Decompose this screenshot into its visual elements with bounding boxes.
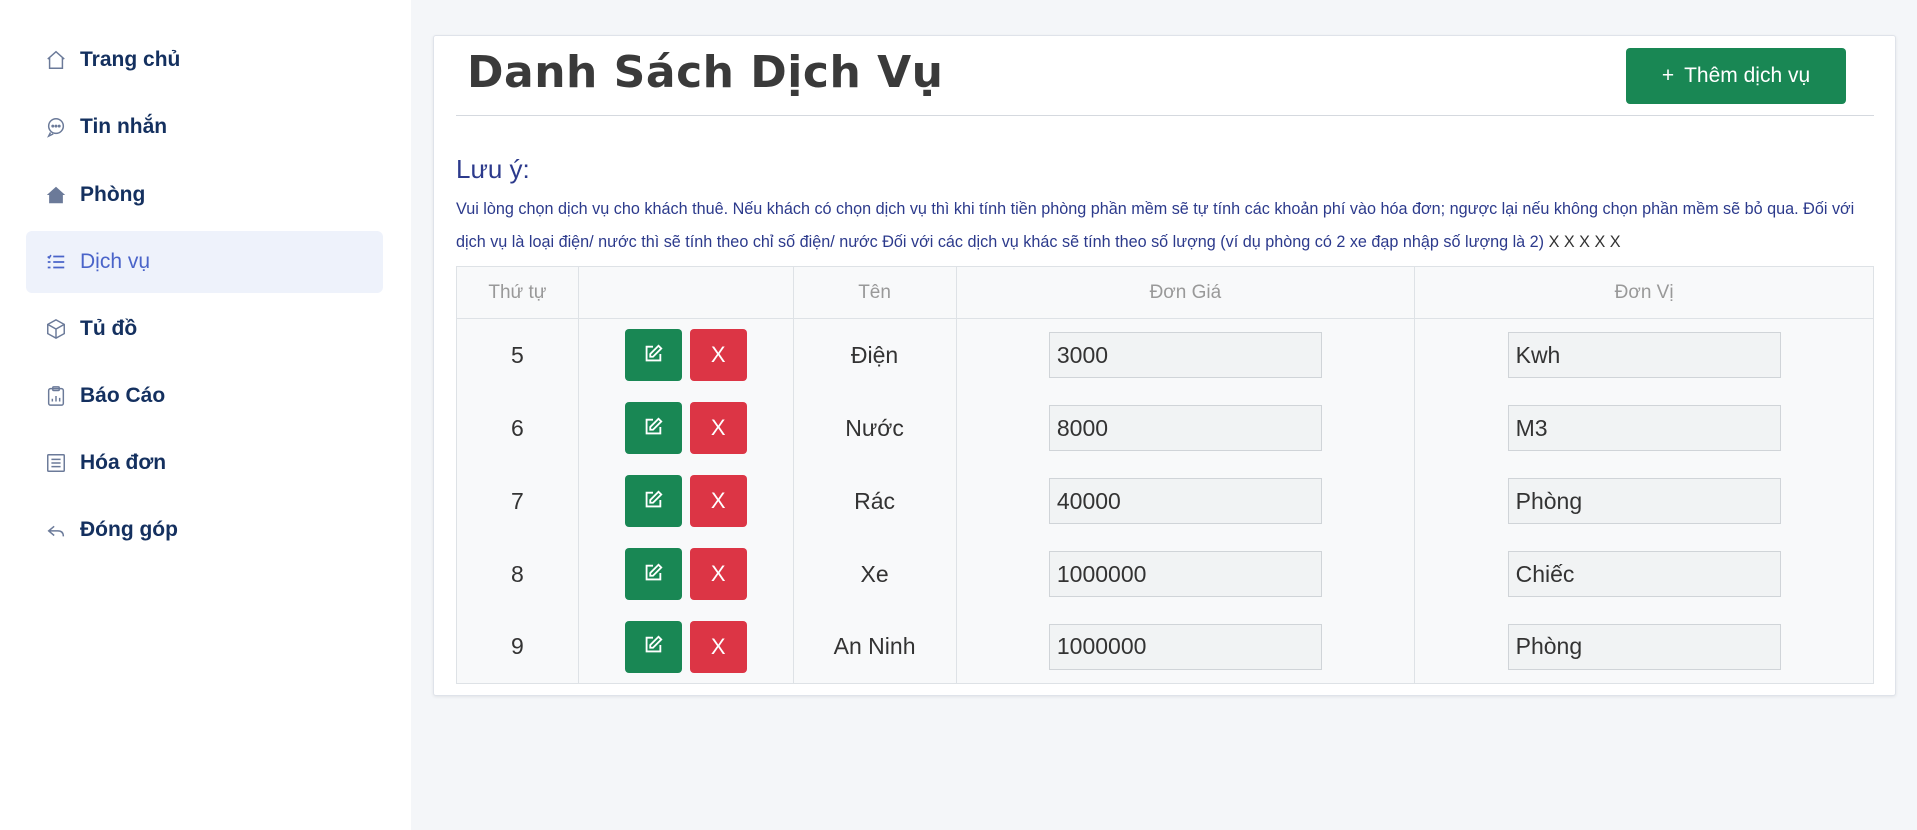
edit-icon — [642, 562, 664, 587]
sidebar-item-trang-chu[interactable]: Trang chủ — [26, 29, 383, 91]
edit-button[interactable] — [624, 620, 682, 673]
services-table: Thứ tự Tên Đơn Giá Đơn Vị 5 X Điện 3000 … — [456, 266, 1874, 684]
sidebar-item-label: Trang chủ — [80, 48, 181, 71]
price-input[interactable] — [1048, 551, 1322, 597]
row-name: An Ninh — [792, 610, 957, 684]
services-card: Danh Sách Dịch Vụ + Thêm dịch vụ Lưu ý: … — [433, 35, 1896, 696]
table-header-row: Thứ tự Tên Đơn Giá Đơn Vị — [456, 266, 1874, 319]
sidebar-item-label: Tin nhắn — [80, 115, 168, 138]
row-order: 5 — [456, 318, 579, 392]
table-row: 6 X Nước — [456, 391, 1874, 465]
row-order: 6 — [456, 391, 579, 465]
edit-button[interactable] — [624, 402, 682, 454]
add-service-label: Thêm dịch vụ — [1684, 64, 1811, 87]
unit-input[interactable] — [1507, 332, 1781, 379]
reply-icon — [44, 518, 68, 542]
row-price-cell — [955, 318, 1416, 392]
list-icon — [44, 250, 68, 274]
row-unit-cell — [1414, 610, 1874, 684]
note-text: Vui lòng chọn dịch vụ cho khách thuê. Nế… — [456, 193, 1876, 259]
row-unit-cell — [1414, 318, 1874, 392]
row-actions: X — [577, 391, 794, 465]
add-service-button[interactable]: + Thêm dịch vụ — [1626, 48, 1846, 104]
edit-icon — [642, 343, 664, 368]
header-price: Đơn Giá — [955, 266, 1416, 319]
sidebar-item-phong[interactable]: Phòng — [26, 164, 383, 226]
table-row: 9 X An Ninh — [456, 610, 1874, 684]
note-body: Vui lòng chọn dịch vụ cho khách thuê. Nế… — [456, 200, 1855, 251]
sidebar-item-label: Phòng — [80, 183, 146, 206]
edit-icon — [642, 416, 664, 441]
delete-button[interactable]: X — [689, 475, 747, 527]
row-unit-cell — [1414, 464, 1874, 538]
unit-input[interactable] — [1507, 551, 1781, 597]
header-actions — [577, 266, 794, 319]
unit-input[interactable] — [1507, 623, 1781, 670]
price-input[interactable] — [1048, 405, 1322, 451]
price-input[interactable] — [1048, 623, 1322, 670]
header-name: Tên — [792, 266, 957, 319]
row-price-cell — [955, 610, 1416, 684]
price-input[interactable] — [1048, 478, 1322, 524]
header-unit: Đơn Vị — [1414, 266, 1874, 319]
delete-button[interactable]: X — [689, 620, 747, 673]
row-actions: X — [577, 610, 794, 684]
row-name: Điện — [792, 318, 957, 392]
row-order: 8 — [456, 537, 579, 611]
row-order: 9 — [456, 610, 579, 684]
sidebar-item-bao-cao[interactable]: Báo Cáo — [26, 365, 383, 427]
row-name: Rác — [792, 464, 957, 538]
edit-icon — [642, 489, 664, 514]
edit-button[interactable] — [624, 475, 682, 527]
table-row: 7 X Rác — [456, 464, 1874, 538]
house-icon — [44, 183, 68, 207]
sidebar-item-tu-do[interactable]: Tủ đồ — [26, 298, 383, 360]
note-heading: Lưu ý: — [456, 154, 530, 184]
row-price-cell — [955, 537, 1416, 611]
price-input[interactable] — [1048, 332, 1322, 379]
chat-icon — [44, 115, 68, 139]
sidebar-item-dich-vu[interactable]: Dịch vụ — [26, 231, 383, 293]
row-actions: X — [577, 318, 794, 392]
unit-input[interactable] — [1507, 405, 1781, 451]
sidebar-item-label: Đóng góp — [80, 518, 178, 541]
edit-button[interactable] — [624, 548, 682, 600]
edit-icon — [642, 634, 664, 659]
delete-button[interactable]: X — [689, 402, 747, 454]
header-order: Thứ tự — [456, 266, 579, 319]
box-icon — [44, 317, 68, 341]
sidebar-item-label: Dịch vụ — [80, 250, 151, 273]
receipt-icon — [44, 451, 68, 475]
sidebar-item-hoa-don[interactable]: Hóa đơn — [26, 432, 383, 494]
edit-button[interactable] — [624, 329, 682, 382]
delete-button[interactable]: X — [689, 329, 747, 382]
unit-input[interactable] — [1507, 478, 1781, 524]
row-order: 7 — [456, 464, 579, 538]
sidebar-item-label: Hóa đơn — [80, 451, 167, 474]
row-name: Nước — [792, 391, 957, 465]
note-suffix: X X X X X — [1548, 233, 1621, 251]
plus-icon: + — [1661, 64, 1675, 87]
sidebar-item-dong-gop[interactable]: Đóng góp — [26, 499, 383, 561]
sidebar-item-label: Báo Cáo — [80, 384, 166, 407]
row-actions: X — [577, 464, 794, 538]
table-row: 8 X Xe — [456, 537, 1874, 611]
sidebar-item-tin-nhan[interactable]: Tin nhắn — [26, 96, 383, 158]
table-row: 5 X Điện — [456, 318, 1874, 392]
row-unit-cell — [1414, 391, 1874, 465]
row-actions: X — [577, 537, 794, 611]
row-price-cell — [955, 464, 1416, 538]
row-price-cell — [955, 391, 1416, 465]
page-title: Danh Sách Dịch Vụ — [467, 47, 944, 98]
home-icon — [44, 48, 68, 72]
sidebar-item-label: Tủ đồ — [80, 317, 138, 340]
sidebar: Trang chủ Tin nhắn Phòng Dịch vụ Tủ đồ B… — [0, 0, 411, 830]
row-name: Xe — [792, 537, 957, 611]
row-unit-cell — [1414, 537, 1874, 611]
clipboard-icon — [44, 384, 68, 408]
delete-button[interactable]: X — [689, 548, 747, 600]
header-divider — [456, 115, 1874, 116]
